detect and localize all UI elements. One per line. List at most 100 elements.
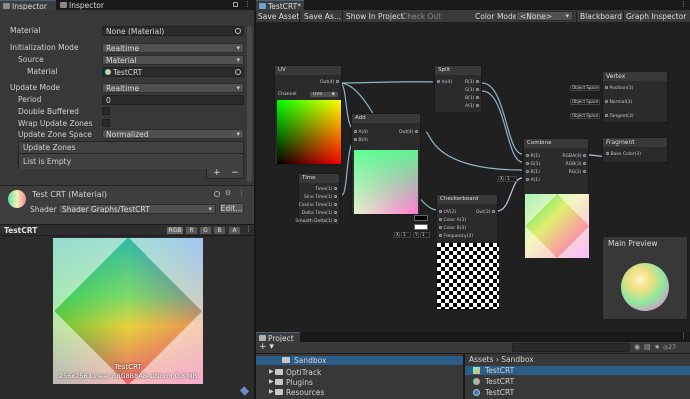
split-node[interactable]: Split In(4) R(1) G(1) B(1) A(1)	[434, 65, 482, 113]
project-search-input[interactable]	[512, 343, 630, 352]
split-out-g[interactable]: G(1)	[465, 88, 479, 93]
channel-g-button[interactable]: G	[199, 226, 212, 235]
channel-a-button[interactable]: A	[228, 226, 241, 235]
color-b-swatch[interactable]	[414, 224, 428, 230]
time-out-sine[interactable]: Sine Time(1)	[304, 195, 337, 200]
time-out-cosine[interactable]: Cosine Time(1)	[299, 203, 337, 208]
lock-icon[interactable]	[233, 2, 238, 7]
time-node[interactable]: Time Time(1) Sine Time(1) Cosine Time(1)…	[295, 173, 340, 225]
double-buffered-checkbox[interactable]	[102, 107, 110, 115]
split-in-port[interactable]: In(4)	[437, 80, 452, 85]
combine-in-g[interactable]: G(1)	[526, 162, 540, 167]
time-out-delta[interactable]: Delta Time(1)	[302, 211, 337, 216]
split-out-r[interactable]: R(1)	[465, 80, 479, 85]
split-out-a[interactable]: A(1)	[465, 104, 479, 109]
checker-out-port[interactable]: Out(3)	[476, 210, 495, 215]
time-out-smooth-delta[interactable]: Smooth Delta(1)	[295, 219, 337, 224]
checkerboard-node[interactable]: Checkerboard UV(2) Color A(3) Color B(3)…	[436, 194, 499, 310]
vertex-tangent-port[interactable]: Tangent(3)	[605, 114, 634, 119]
file-item[interactable]: TestCRT	[465, 388, 690, 397]
add-list-item-button[interactable]: +	[213, 168, 221, 178]
more-icon[interactable]: ⋮	[245, 225, 252, 233]
checker-in-uv[interactable]: UV(2)	[439, 210, 456, 215]
expand-arrow-icon[interactable]: ▶	[269, 368, 274, 375]
tab-project[interactable]: Project	[256, 332, 300, 343]
tag-icon[interactable]	[239, 386, 250, 396]
combine-in-b[interactable]: B(1)	[526, 170, 540, 175]
channel-b-button[interactable]: B	[213, 226, 226, 235]
inspector-scrollbar[interactable]	[247, 26, 252, 182]
uv-node[interactable]: UV Out(4) Channel UV0	[274, 65, 342, 165]
tree-item-sandbox[interactable]: Sandbox	[256, 356, 463, 365]
update-zone-space-dropdown[interactable]: Normalized	[102, 129, 244, 139]
channel-r-button[interactable]: R	[185, 226, 198, 235]
more-icon[interactable]: ⋮	[238, 189, 245, 197]
menu-icon[interactable]: ⋮	[680, 0, 687, 8]
checker-in-color-a[interactable]: Color A(3)	[439, 218, 466, 223]
initialization-mode-dropdown[interactable]: Realtime	[102, 43, 244, 53]
combine-in-a[interactable]: A(1)	[526, 178, 540, 183]
remove-list-item-button[interactable]: −	[231, 168, 239, 178]
vertex-position-port[interactable]: Position(3)	[605, 86, 633, 91]
combine-node[interactable]: Combine R(1) G(1) B(1) A(1) RGBA(4) RGB(…	[523, 138, 589, 258]
source-material-field[interactable]: TestCRT	[102, 67, 244, 77]
file-item[interactable]: TestCRT	[465, 377, 690, 386]
filter-icon[interactable]: ▤	[644, 343, 651, 351]
vertex-position-space[interactable]: Object Space	[570, 85, 600, 91]
tab-inspector-2[interactable]: Inspector	[57, 0, 113, 10]
update-mode-dropdown[interactable]: Realtime	[102, 83, 244, 93]
menu-icon[interactable]: ⋮	[244, 0, 251, 8]
breadcrumb-sandbox[interactable]: Sandbox	[501, 355, 533, 364]
vertex-normal-port[interactable]: Normal(3)	[605, 100, 632, 105]
vertex-normal-space[interactable]: Object Space	[570, 99, 600, 105]
star-icon[interactable]: ★	[654, 343, 660, 351]
combine-a-input[interactable]: 1	[505, 176, 517, 182]
expand-arrow-icon[interactable]: ▶	[269, 388, 274, 395]
wrap-update-zones-checkbox[interactable]	[102, 119, 110, 127]
uv-out-port[interactable]: Out(4)	[320, 80, 339, 85]
object-picker-icon[interactable]	[235, 28, 241, 34]
menu-icon[interactable]: ⋮	[680, 332, 687, 340]
tab-inspector-1[interactable]: Inspector	[0, 0, 56, 11]
breadcrumb-assets[interactable]: Assets	[469, 355, 493, 364]
source-dropdown[interactable]: Material	[102, 55, 244, 65]
frequency-y-input[interactable]: 1	[420, 232, 430, 238]
file-item[interactable]: TestCRT	[465, 366, 690, 375]
add-out-port[interactable]: Out(4)	[399, 130, 418, 135]
time-out-time[interactable]: Time(1)	[315, 187, 337, 192]
show-in-project-button[interactable]: Show In Project	[346, 10, 404, 23]
vertex-tangent-space[interactable]: Object Space	[570, 113, 600, 119]
color-mode-dropdown[interactable]: <None>	[516, 11, 573, 21]
channel-rgb-button[interactable]: RGB	[166, 226, 184, 235]
graph-inspector-button[interactable]: Graph Inspector	[626, 10, 686, 23]
uv-channel-dropdown[interactable]: UV0	[309, 91, 339, 98]
checker-in-frequency[interactable]: Frequency(2)	[439, 234, 473, 239]
save-asset-button[interactable]: Save Asset	[258, 10, 299, 23]
combine-in-r[interactable]: R(1)	[526, 154, 540, 159]
shader-dropdown[interactable]: Shader Graphs/TestCRT	[58, 204, 216, 214]
combine-out-rgba[interactable]: RGBA(4)	[562, 154, 586, 159]
save-as-button[interactable]: Save As...	[304, 10, 341, 23]
frequency-x-input[interactable]: 1	[401, 232, 411, 238]
combine-out-rg[interactable]: RG(2)	[569, 170, 586, 175]
expand-arrow-icon[interactable]: ▶	[269, 378, 274, 385]
tab-testcrt-graph[interactable]: TestCRT*	[256, 0, 304, 11]
add-in-b[interactable]: B(4)	[354, 138, 368, 143]
combine-out-rgb[interactable]: RGB(3)	[565, 162, 586, 167]
fragment-base-color-port[interactable]: Base Color(3)	[606, 152, 641, 157]
color-a-swatch[interactable]	[414, 215, 428, 221]
create-asset-button[interactable]: + ▾	[259, 342, 274, 352]
settings-icon[interactable]: ⚙	[225, 189, 231, 197]
blackboard-button[interactable]: Blackboard	[580, 10, 622, 23]
edit-shader-button[interactable]: Edit...	[219, 203, 244, 214]
eye-icon[interactable]: ◉	[634, 343, 640, 351]
add-node[interactable]: Add A(4) B(4) Out(4)	[351, 113, 421, 215]
main-preview-window[interactable]: Main Preview	[602, 236, 688, 320]
fragment-block[interactable]: Fragment Base Color(3)	[602, 137, 668, 163]
check-out-button[interactable]: Check Out	[402, 10, 441, 23]
material-field[interactable]: None (Material)	[102, 26, 244, 36]
period-input[interactable]: 0	[102, 95, 244, 105]
add-in-a[interactable]: A(4)	[354, 130, 368, 135]
checker-in-color-b[interactable]: Color B(3)	[439, 226, 466, 231]
graph-canvas[interactable]: UV Out(4) Channel UV0 Split In(4) R(1) G…	[256, 23, 690, 332]
